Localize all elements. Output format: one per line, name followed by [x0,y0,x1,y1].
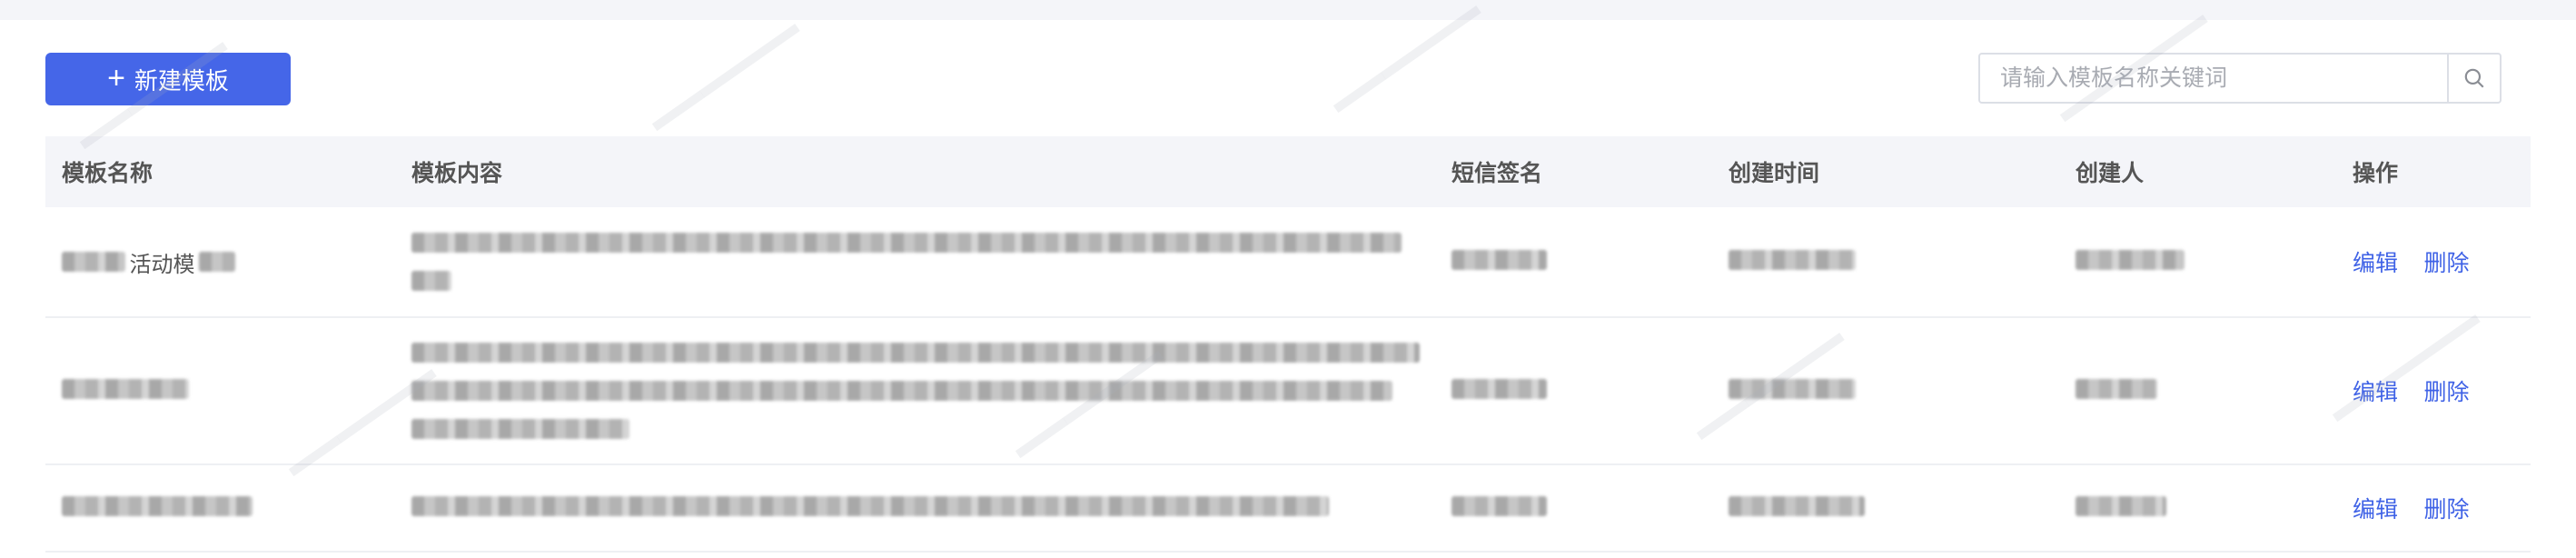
edit-link[interactable]: 编辑 [2353,251,2398,276]
header-created-time: 创建时间 [1729,161,1820,186]
redacted-text [411,233,1402,253]
search-input[interactable] [1980,55,2447,102]
edit-link[interactable]: 编辑 [2353,380,2398,405]
delete-link[interactable]: 删除 [2423,380,2469,405]
redacted-text [411,343,1420,363]
redacted-text [1451,249,1547,270]
new-template-label: 新建模板 [134,66,229,95]
cell-sms-signature [1435,495,1712,521]
redacted-text [411,419,629,439]
cell-sms-signature [1435,378,1712,404]
cell-template-name [45,495,395,521]
redacted-text [2076,495,2166,516]
redacted-text [198,251,235,272]
cell-actions: 编辑 删除 [2336,492,2531,524]
template-name-partial: 活动模 [129,252,195,277]
redacted-text [411,271,451,291]
table-row: 编辑 删除 [45,318,2531,465]
content-panel: + 新建模板 模板名称 模板内容 短信签名 创建时间 创建人 操作 活动模 [0,0,2576,558]
redacted-text [1729,495,1865,516]
new-template-button[interactable]: + 新建模板 [45,53,291,105]
redacted-text [62,251,125,272]
search-button[interactable] [2447,55,2500,102]
redacted-text [411,381,1392,401]
cell-created-time [1712,495,2059,521]
cell-template-name [45,378,395,404]
template-table: 模板名称 模板内容 短信签名 创建时间 创建人 操作 活动模 编辑 删除 编辑 … [45,136,2531,553]
redacted-text [62,495,253,516]
header-actions: 操作 [2353,161,2399,186]
table-row: 活动模 编辑 删除 [45,207,2531,318]
cell-creator [2059,495,2336,521]
edit-link[interactable]: 编辑 [2353,497,2398,523]
header-template-content: 模板内容 [411,161,503,186]
cell-template-content [395,343,1435,439]
redacted-text [62,378,189,399]
plus-icon: + [107,60,125,95]
header-sms-signature: 短信签名 [1451,161,1543,186]
redacted-text [1451,495,1547,516]
redacted-text [2076,378,2157,399]
delete-link[interactable]: 删除 [2423,497,2469,523]
cell-actions: 编辑 删除 [2336,245,2531,278]
cell-creator [2059,378,2336,404]
cell-sms-signature [1435,249,1712,274]
redacted-text [2076,249,2185,270]
cell-actions: 编辑 删除 [2336,374,2531,407]
cell-created-time [1712,249,2059,274]
search-box [1978,53,2502,104]
redacted-text [1451,378,1547,399]
cell-template-content [395,233,1435,291]
table-header: 模板名称 模板内容 短信签名 创建时间 创建人 操作 [45,136,2531,207]
table-row: 编辑 删除 [45,465,2531,553]
delete-link[interactable]: 删除 [2423,251,2469,276]
redacted-text [1729,378,1856,399]
cell-created-time [1712,378,2059,404]
redacted-text [411,495,1329,516]
cell-creator [2059,249,2336,274]
cell-template-content [395,495,1435,521]
watermark: ▬▬▬▬▬▬ [641,9,804,136]
header-creator: 创建人 [2076,161,2145,186]
search-icon [2464,68,2484,88]
redacted-text [1729,249,1856,270]
header-template-name: 模板名称 [62,161,154,186]
watermark: ▬▬▬▬▬▬ [1323,0,1485,118]
cell-template-name: 活动模 [45,246,395,278]
